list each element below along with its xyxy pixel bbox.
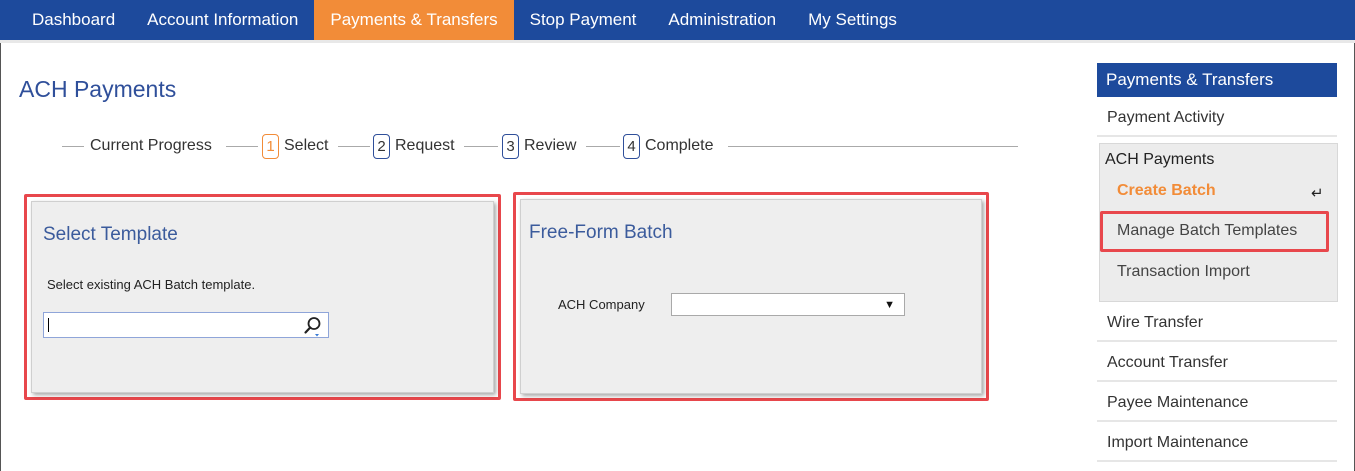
select-template-title: Select Template <box>43 224 178 245</box>
step-label: Request <box>395 137 455 154</box>
free-form-batch-title: Free-Form Batch <box>529 222 673 243</box>
step-label: Review <box>524 137 577 154</box>
step-number: 3 <box>502 133 519 159</box>
page-title: ACH Payments <box>19 76 177 102</box>
progress-step-review: 3 Review <box>502 132 576 160</box>
dropdown-arrow-icon: ▼ <box>884 299 895 311</box>
nav-my-settings[interactable]: My Settings <box>792 0 913 40</box>
progress-step-complete: 4 Complete <box>623 132 713 160</box>
progress-line <box>62 146 84 147</box>
search-icon[interactable] <box>302 315 324 337</box>
return-arrow-icon: ↵ <box>1311 185 1324 202</box>
progress-label: Current Progress <box>90 132 212 160</box>
sidebar-item-payee-maintenance[interactable]: Payee Maintenance <box>1097 384 1337 422</box>
step-number: 4 <box>623 133 640 159</box>
ach-company-label: ACH Company <box>558 297 645 312</box>
step-number: 2 <box>373 133 390 159</box>
template-search-field[interactable] <box>43 312 329 338</box>
sidebar-item-create-batch[interactable]: Create Batch <box>1117 182 1216 200</box>
select-template-description: Select existing ACH Batch template. <box>47 277 256 292</box>
ach-company-select[interactable]: ▼ <box>671 293 905 316</box>
nav-account-information[interactable]: Account Information <box>131 0 314 40</box>
sidebar-item-wire-transfer[interactable]: Wire Transfer <box>1097 304 1337 342</box>
step-label: Select <box>284 137 329 154</box>
step-label: Complete <box>645 137 714 154</box>
nav-dashboard[interactable]: Dashboard <box>16 0 131 40</box>
progress-label-text: Current Progress <box>90 137 212 154</box>
progress-step-select: 1 Select <box>262 132 328 160</box>
sidebar-item-account-transfer[interactable]: Account Transfer <box>1097 344 1337 382</box>
progress-line <box>586 146 620 147</box>
step-number: 1 <box>262 133 279 159</box>
nav-payments-transfers[interactable]: Payments & Transfers <box>314 0 514 40</box>
sidebar-item-payment-activity[interactable]: Payment Activity <box>1097 99 1337 137</box>
nav-administration[interactable]: Administration <box>652 0 792 40</box>
sidebar-item-manage-batch-templates[interactable]: Manage Batch Templates <box>1117 222 1297 240</box>
sidebar-item-import-maintenance[interactable]: Import Maintenance <box>1097 424 1337 462</box>
progress-line <box>464 146 498 147</box>
sidebar-header: Payments & Transfers <box>1097 63 1337 97</box>
top-navigation: Dashboard Account Information Payments &… <box>0 0 1355 43</box>
sidebar-item-transaction-import[interactable]: Transaction Import <box>1117 263 1250 281</box>
progress-indicator: Current Progress 1 Select 2 Request 3 Re… <box>62 132 1018 160</box>
template-search-input[interactable] <box>44 313 299 337</box>
sidebar-ach-group-title: ACH Payments <box>1105 151 1215 168</box>
progress-line <box>338 146 370 147</box>
progress-line <box>226 146 258 147</box>
nav-stop-payment[interactable]: Stop Payment <box>514 0 653 40</box>
progress-step-request: 2 Request <box>373 132 455 160</box>
progress-line <box>728 146 1018 147</box>
text-caret <box>48 318 49 332</box>
